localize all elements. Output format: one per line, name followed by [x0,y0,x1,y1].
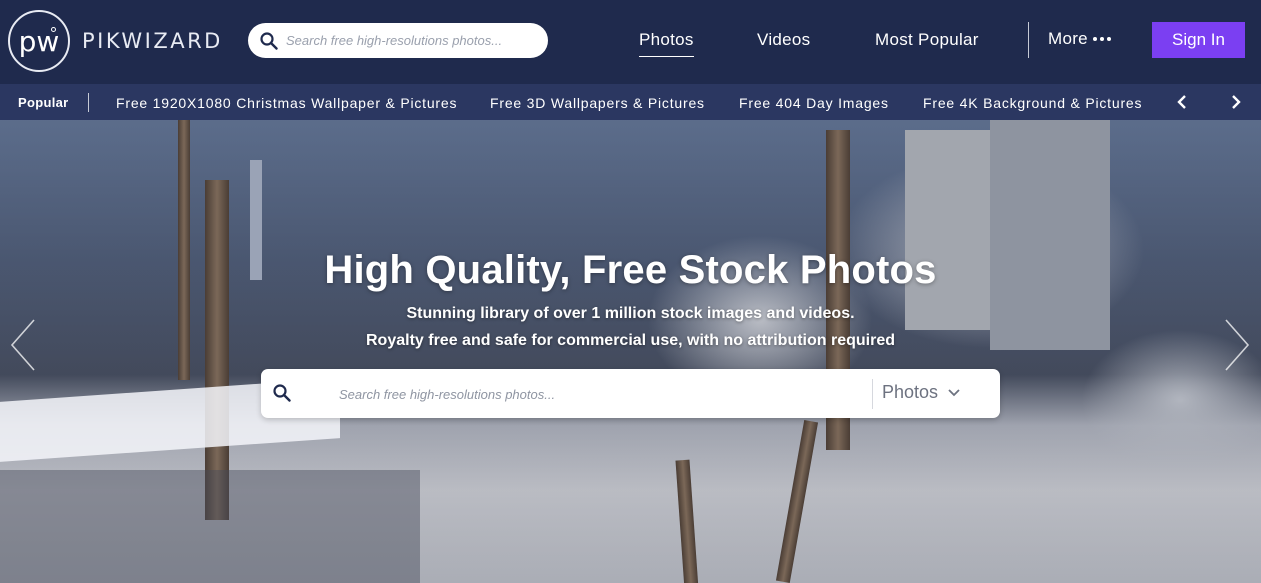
nav-more-label: More [1048,29,1088,48]
hero-subtitle: Royalty free and safe for commercial use… [366,332,895,349]
header-search-box[interactable] [248,23,548,58]
popular-divider [88,93,89,112]
nav-photos[interactable]: Photos [639,30,694,57]
popular-label: Popular [18,95,69,110]
search-icon [273,384,291,402]
media-type-select[interactable]: Photos [882,382,960,403]
hero-subtitle: Stunning library of over 1 million stock… [406,305,855,322]
hero-title: High Quality, Free Stock Photos [324,248,937,292]
hero-background-image [0,120,1261,583]
search-separator [872,379,873,409]
chevron-left-icon[interactable] [1174,94,1190,110]
popular-link[interactable]: Free 4K Background & Pictures [923,95,1142,111]
active-underline [639,56,694,57]
nav-videos[interactable]: Videos [757,30,810,50]
popular-link[interactable]: Free 1920X1080 Christmas Wallpaper & Pic… [116,95,457,111]
logo-wordmark: PIKWIZARD [82,29,223,53]
popular-link[interactable]: Free 3D Wallpapers & Pictures [490,95,705,111]
media-type-value: Photos [882,382,939,402]
top-header: pw PIKWIZARD Photos Videos Most Popular … [0,0,1261,84]
nav-most-popular[interactable]: Most Popular [875,30,979,50]
more-dots-icon [1092,37,1111,41]
search-icon [260,31,278,50]
nav-divider [1028,22,1029,58]
popular-link[interactable]: Free 404 Day Images [739,95,889,111]
hero-search-input[interactable] [339,382,859,406]
popular-bar: Popular Free 1920X1080 Christmas Wallpap… [0,84,1261,120]
sign-in-button[interactable]: Sign In [1152,22,1245,58]
chevron-right-icon[interactable] [1228,94,1244,110]
header-search-input[interactable] [286,33,526,48]
carousel-next-icon[interactable] [1222,318,1252,372]
logo-mark: pw [8,10,70,72]
chevron-down-icon [948,388,960,396]
hero-section: High Quality, Free Stock Photos Stunning… [0,120,1261,583]
carousel-prev-icon[interactable] [8,318,38,372]
hero-search-box[interactable]: Photos [261,369,1000,418]
nav-photos-label: Photos [639,30,694,49]
nav-more[interactable]: More [1048,29,1111,49]
pikwizard-logo[interactable]: pw PIKWIZARD [8,10,223,72]
